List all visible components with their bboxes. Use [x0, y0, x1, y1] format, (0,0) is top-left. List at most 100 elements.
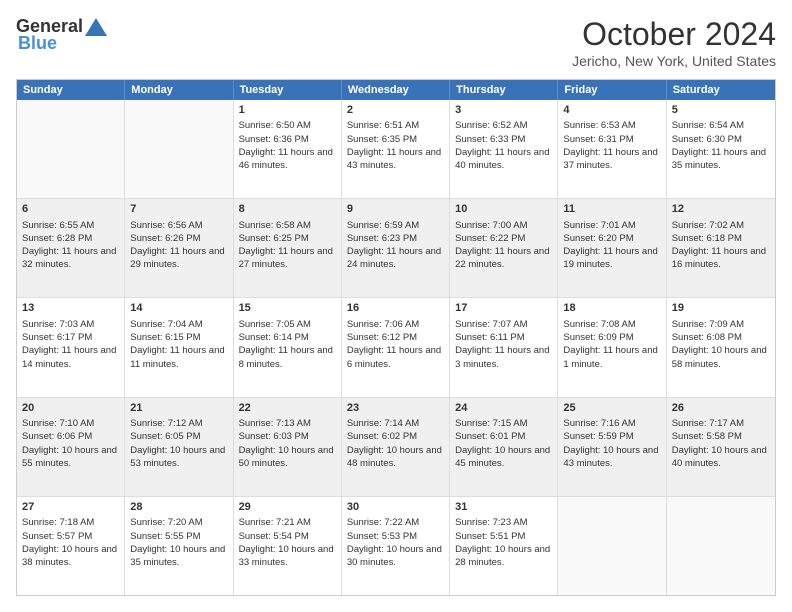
daylight-text: Daylight: 11 hours and 27 minutes. — [239, 245, 336, 272]
calendar-cell: 8Sunrise: 6:58 AMSunset: 6:25 PMDaylight… — [234, 199, 342, 297]
day-number: 29 — [239, 500, 336, 515]
calendar: SundayMondayTuesdayWednesdayThursdayFrid… — [16, 79, 776, 596]
sunset-text: Sunset: 6:36 PM — [239, 133, 336, 146]
calendar-cell: 5Sunrise: 6:54 AMSunset: 6:30 PMDaylight… — [667, 100, 775, 198]
day-number: 12 — [672, 202, 770, 217]
logo: General Blue — [16, 16, 107, 54]
sunset-text: Sunset: 5:55 PM — [130, 530, 227, 543]
calendar-row: 20Sunrise: 7:10 AMSunset: 6:06 PMDayligh… — [17, 398, 775, 497]
day-number: 25 — [563, 401, 660, 416]
logo-icon — [85, 18, 107, 36]
calendar-row: 6Sunrise: 6:55 AMSunset: 6:28 PMDaylight… — [17, 199, 775, 298]
sunset-text: Sunset: 6:23 PM — [347, 232, 444, 245]
daylight-text: Daylight: 10 hours and 38 minutes. — [22, 543, 119, 570]
calendar-cell: 13 Sunrise: 7:03 AMSunset: 6:17 PMDayligh… — [17, 298, 125, 396]
day-number: 24 — [455, 401, 552, 416]
calendar-cell: 24Sunrise: 7:15 AMSunset: 6:01 PMDayligh… — [450, 398, 558, 496]
calendar-cell — [17, 100, 125, 198]
day-number: 16 — [347, 301, 444, 316]
calendar-cell: 26Sunrise: 7:17 AMSunset: 5:58 PMDayligh… — [667, 398, 775, 496]
page: General Blue October 2024 Jericho, New Y… — [0, 0, 792, 612]
calendar-cell: 31Sunrise: 7:23 AMSunset: 5:51 PMDayligh… — [450, 497, 558, 595]
sunset-text: Sunset: 6:25 PM — [239, 232, 336, 245]
daylight-text: Daylight: 11 hours and 22 minutes. — [455, 245, 552, 272]
calendar-cell: 10Sunrise: 7:00 AMSunset: 6:22 PMDayligh… — [450, 199, 558, 297]
calendar-cell: 21Sunrise: 7:12 AMSunset: 6:05 PMDayligh… — [125, 398, 233, 496]
day-number: 20 — [22, 401, 119, 416]
daylight-text: Daylight: 11 hours and 14 minutes. — [22, 344, 119, 371]
calendar-cell: 14Sunrise: 7:04 AMSunset: 6:15 PMDayligh… — [125, 298, 233, 396]
calendar-row: 13Sunrise: 7:03 AMSunset: 6:17 PMDayligh… — [17, 298, 775, 397]
daylight-text: Daylight: 10 hours and 40 minutes. — [672, 444, 770, 471]
calendar-cell: 7Sunrise: 6:56 AMSunset: 6:26 PMDaylight… — [125, 199, 233, 297]
day-number: 18 — [563, 301, 660, 316]
daylight-text: Daylight: 10 hours and 45 minutes. — [455, 444, 552, 471]
sunset-text: Sunset: 6:03 PM — [239, 430, 336, 443]
sunset-text: Sunset: 6:22 PM — [455, 232, 552, 245]
daylight-text: Daylight: 11 hours and 8 minutes. — [239, 344, 336, 371]
sunrise-text: Sunrise: 6:55 AM — [22, 219, 119, 232]
calendar-cell: 1Sunrise: 6:50 AMSunset: 6:36 PMDaylight… — [234, 100, 342, 198]
daylight-text: Daylight: 10 hours and 43 minutes. — [563, 444, 660, 471]
sunset-text: Sunset: 6:09 PM — [563, 331, 660, 344]
daylight-text: Daylight: 11 hours and 37 minutes. — [563, 146, 660, 173]
calendar-cell: 4Sunrise: 6:53 AMSunset: 6:31 PMDaylight… — [558, 100, 666, 198]
sunset-text: Sunset: 6:30 PM — [672, 133, 770, 146]
sunrise-text: Sunrise: 7:05 AM — [239, 318, 336, 331]
sunset-text: Sunset: 5:57 PM — [22, 530, 119, 543]
sunset-text: Sunset: 6:20 PM — [563, 232, 660, 245]
sunrise-text: Sunrise: 7:08 AM — [563, 318, 660, 331]
calendar-cell: 29Sunrise: 7:21 AMSunset: 5:54 PMDayligh… — [234, 497, 342, 595]
logo-blue: Blue — [18, 33, 57, 54]
daylight-text: Daylight: 10 hours and 28 minutes. — [455, 543, 552, 570]
sunset-text: Sunset: 6:05 PM — [130, 430, 227, 443]
sunset-text: Sunset: 6:35 PM — [347, 133, 444, 146]
daylight-text: Daylight: 11 hours and 29 minutes. — [130, 245, 227, 272]
sunrise-text: Sunrise: 7:17 AM — [672, 417, 770, 430]
calendar-cell: 18Sunrise: 7:08 AMSunset: 6:09 PMDayligh… — [558, 298, 666, 396]
sunset-text: Sunset: 6:11 PM — [455, 331, 552, 344]
sunset-text: Sunset: 5:54 PM — [239, 530, 336, 543]
sunrise-text: Sunrise: 7:03 AM — [22, 318, 119, 331]
calendar-cell — [558, 497, 666, 595]
calendar-cell: 15 Sunrise: 7:05 AMSunset: 6:14 PMDayligh… — [234, 298, 342, 396]
day-number: 11 — [563, 202, 660, 217]
day-number: 7 — [130, 202, 227, 217]
calendar-cell — [667, 497, 775, 595]
sunset-text: Sunset: 6:17 PM — [22, 331, 119, 344]
sunrise-text: Sunrise: 7:07 AM — [455, 318, 552, 331]
calendar-cell: 17Sunrise: 7:07 AMSunset: 6:11 PMDayligh… — [450, 298, 558, 396]
day-number: 22 — [239, 401, 336, 416]
calendar-cell: 9Sunrise: 6:59 AMSunset: 6:23 PMDaylight… — [342, 199, 450, 297]
day-number: 15 — [239, 301, 336, 316]
sunrise-text: Sunrise: 6:53 AM — [563, 119, 660, 132]
sunset-text: Sunset: 6:14 PM — [239, 331, 336, 344]
weekday-header: Sunday — [17, 80, 125, 100]
weekday-header: Thursday — [450, 80, 558, 100]
daylight-text: Daylight: 10 hours and 48 minutes. — [347, 444, 444, 471]
sunrise-text: Sunrise: 7:13 AM — [239, 417, 336, 430]
daylight-text: Daylight: 10 hours and 50 minutes. — [239, 444, 336, 471]
day-number: 1 — [239, 103, 336, 118]
sunset-text: Sunset: 6:31 PM — [563, 133, 660, 146]
day-number: 26 — [672, 401, 770, 416]
calendar-cell: 27Sunrise: 7:18 AMSunset: 5:57 PMDayligh… — [17, 497, 125, 595]
sunset-text: Sunset: 6:18 PM — [672, 232, 770, 245]
daylight-text: Daylight: 10 hours and 58 minutes. — [672, 344, 770, 371]
sunset-text: Sunset: 5:51 PM — [455, 530, 552, 543]
daylight-text: Daylight: 10 hours and 30 minutes. — [347, 543, 444, 570]
day-number: 13 — [22, 301, 119, 316]
calendar-cell: 3Sunrise: 6:52 AMSunset: 6:33 PMDaylight… — [450, 100, 558, 198]
sunrise-text: Sunrise: 7:06 AM — [347, 318, 444, 331]
sunrise-text: Sunrise: 6:51 AM — [347, 119, 444, 132]
calendar-cell: 22Sunrise: 7:13 AMSunset: 6:03 PMDayligh… — [234, 398, 342, 496]
sunset-text: Sunset: 6:26 PM — [130, 232, 227, 245]
day-number: 19 — [672, 301, 770, 316]
day-number: 17 — [455, 301, 552, 316]
day-number: 28 — [130, 500, 227, 515]
sunrise-text: Sunrise: 7:00 AM — [455, 219, 552, 232]
daylight-text: Daylight: 11 hours and 16 minutes. — [672, 245, 770, 272]
sunset-text: Sunset: 5:59 PM — [563, 430, 660, 443]
day-number: 31 — [455, 500, 552, 515]
sunrise-text: Sunrise: 6:58 AM — [239, 219, 336, 232]
